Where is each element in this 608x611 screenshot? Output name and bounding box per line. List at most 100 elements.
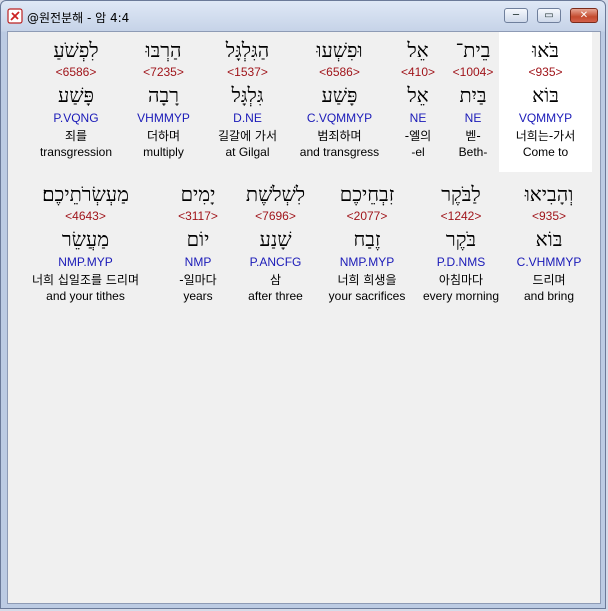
morphology-code: P.ANCFG <box>249 255 302 269</box>
hebrew-word: בֵית־ <box>455 38 491 62</box>
english-gloss: years <box>183 289 213 303</box>
english-gloss: every morning <box>422 289 500 303</box>
morphology-code: VHMMYP <box>137 111 190 125</box>
korean-gloss: 범죄하며 <box>317 129 362 143</box>
english-gloss: and bring <box>523 289 575 303</box>
close-icon: ✕ <box>579 10 589 21</box>
korean-gloss: 너희 희생을 <box>337 273 397 287</box>
word-column[interactable]: יָמִים <3117> יוֹם NMP -일마다 years <box>163 176 233 318</box>
hebrew-lemma: בּוֹא <box>532 83 559 107</box>
word-column[interactable]: וְהָבִיאוּ <935> בּוֹא C.VHMMYP 드리며 and bring <box>506 176 592 318</box>
hebrew-lemma: מַעֲשֵׂר <box>61 227 110 251</box>
korean-gloss: -일마다 <box>179 273 217 287</box>
interlinear-panel: בֹּאוּ <935> בּוֹא VQMMYP 너희는-가서 Come to בֵית־… <box>7 31 601 604</box>
hebrew-word: לִפְשֹׁעַ <box>53 38 99 62</box>
strong-number[interactable]: <2077> <box>318 208 416 226</box>
hebrew-word: וּפִשְׁעוּ <box>316 38 363 62</box>
english-gloss: transgression <box>39 145 113 159</box>
korean-gloss: 아침마다 <box>438 273 484 287</box>
hebrew-word: לִשְׁלֹשֶׁת <box>245 182 306 206</box>
hebrew-lemma: יוֹם <box>186 227 210 251</box>
close-button[interactable]: ✕ <box>570 8 598 23</box>
word-column[interactable]: אֵל <410> אֵל NE -엘의 -el <box>389 32 447 172</box>
minimize-button[interactable]: ─ <box>504 8 528 23</box>
word-column[interactable]: בֹּאוּ <935> בּוֹא VQMMYP 너희는-가서 Come to <box>499 32 592 172</box>
hebrew-lemma: בֹּקֶר <box>445 227 477 251</box>
hebrew-lemma: זֶבַח <box>353 227 381 251</box>
strong-number[interactable]: <935> <box>506 208 592 226</box>
morphology-code: NMP <box>184 255 212 269</box>
korean-gloss: 삼 <box>269 273 282 287</box>
hebrew-lemma: בּוֹא <box>535 227 563 251</box>
english-gloss: and your tithes <box>46 289 125 303</box>
hebrew-lemma: גִּלְגָּל <box>231 83 264 107</box>
hebrew-lemma: בַּיִת <box>459 83 487 107</box>
hebrew-word: יָמִים <box>180 182 216 206</box>
morphology-code: D.NE <box>233 111 262 125</box>
morphology-code: NMP.MYP <box>58 255 113 269</box>
word-column[interactable]: בֵית־ <1004> בַּיִת NE 벧- Beth- <box>447 32 499 172</box>
word-column[interactable]: לַבֹּקֶר <1242> בֹּקֶר P.D.NMS 아침마다 every mor… <box>416 176 506 318</box>
english-gloss: -el <box>411 145 425 159</box>
word-column[interactable]: זִבְחֵיכֶם <2077> זֶבַח NMP.MYP 너희 희생을 your s… <box>318 176 416 318</box>
strong-number[interactable]: <6586> <box>290 64 389 82</box>
hebrew-word: הַגִּלְגָּל <box>225 38 270 62</box>
korean-gloss: 죄를 <box>64 129 88 143</box>
korean-gloss: 벧- <box>465 129 481 143</box>
morphology-code: VQMMYP <box>518 111 573 125</box>
korean-gloss: 너희는-가서 <box>515 129 576 143</box>
strong-number[interactable]: <4643> <box>8 208 163 226</box>
strong-number[interactable]: <935> <box>499 64 592 82</box>
hebrew-lemma: אֵל <box>407 83 429 107</box>
word-column[interactable]: הַגִּלְגָּל <1537> גִּלְגָּל D.NE 길갈에 가서 at G… <box>205 32 290 172</box>
korean-gloss: 더하며 <box>146 129 181 143</box>
window-title: @원전분해 - 암 4:4 <box>27 11 130 25</box>
strong-number[interactable]: <3117> <box>163 208 233 226</box>
morphology-code: NE <box>409 111 427 125</box>
english-gloss: at Gilgal <box>225 145 270 159</box>
morphology-code: P.D.NMS <box>436 255 486 269</box>
word-column[interactable]: וּפִשְׁעוּ <6586> פָּשַׁע C.VQMMYP 범죄하며 and t… <box>290 32 389 172</box>
hebrew-lemma: פָּשַׁע <box>321 83 358 107</box>
word-column[interactable]: הַרְבּוּ <7235> רָבָה VHMMYP 더하며 multiply <box>122 32 205 172</box>
english-gloss: Beth- <box>458 145 488 159</box>
hebrew-lemma: רָבָה <box>148 83 179 107</box>
hebrew-lemma: שָׁנַע <box>259 227 292 251</box>
korean-gloss: 너희 십일조를 드리며 <box>32 273 139 287</box>
strong-number[interactable]: <1004> <box>447 64 499 82</box>
english-gloss: multiply <box>143 145 184 159</box>
korean-gloss: -엘의 <box>404 129 432 143</box>
hebrew-word: וְהָבִיאוּ <box>524 182 574 206</box>
english-gloss: your sacrifices <box>328 289 406 303</box>
word-column[interactable]: לִשְׁלֹשֶׁת <7696> שָׁנַע P.ANCFG 삼 after thr… <box>233 176 318 318</box>
english-gloss: after three <box>248 289 303 303</box>
morphology-code: P.VQNG <box>53 111 99 125</box>
hebrew-word: לַבֹּקֶר <box>441 182 481 206</box>
korean-gloss: 길갈에 가서 <box>217 129 277 143</box>
english-gloss: and transgress <box>299 145 380 159</box>
hebrew-word: מַעְשְׂרֹתֵיכֶם׃ <box>42 182 129 206</box>
morphology-code: C.VQMMYP <box>306 111 373 125</box>
hebrew-lemma: פָּשַׁע <box>58 83 94 107</box>
verse-row-1: בֹּאוּ <935> בּוֹא VQMMYP 너희는-가서 Come to בֵית־… <box>8 32 600 172</box>
morphology-code: NMP.MYP <box>339 255 395 269</box>
word-column[interactable]: לִפְשֹׁעַ <6586> פָּשַׁע P.VQNG 죄를 transgress… <box>30 32 122 172</box>
maximize-button[interactable]: ▭ <box>537 8 561 23</box>
strong-number[interactable]: <410> <box>389 64 447 82</box>
morphology-code: C.VHMMYP <box>516 255 582 269</box>
strong-number[interactable]: <1537> <box>205 64 290 82</box>
hebrew-word: זִבְחֵיכֶם <box>339 182 395 206</box>
maximize-icon: ▭ <box>544 10 554 21</box>
strong-number[interactable]: <7696> <box>233 208 318 226</box>
hebrew-word: הַרְבּוּ <box>145 38 182 62</box>
english-gloss: Come to <box>522 145 569 159</box>
strong-number[interactable]: <6586> <box>30 64 122 82</box>
minimize-icon: ─ <box>512 10 520 21</box>
word-column[interactable]: מַעְשְׂרֹתֵיכֶם׃ <4643> מַעֲשֵׂר NMP.MYP 너희 … <box>8 176 163 318</box>
strong-number[interactable]: <1242> <box>416 208 506 226</box>
app-logo-icon <box>7 8 23 24</box>
strong-number[interactable]: <7235> <box>122 64 205 82</box>
hebrew-word: אֵל <box>407 38 429 62</box>
title-bar[interactable]: @원전분해 - 암 4:4 ─ ▭ ✕ <box>1 1 605 31</box>
morphology-code: NE <box>464 111 482 125</box>
